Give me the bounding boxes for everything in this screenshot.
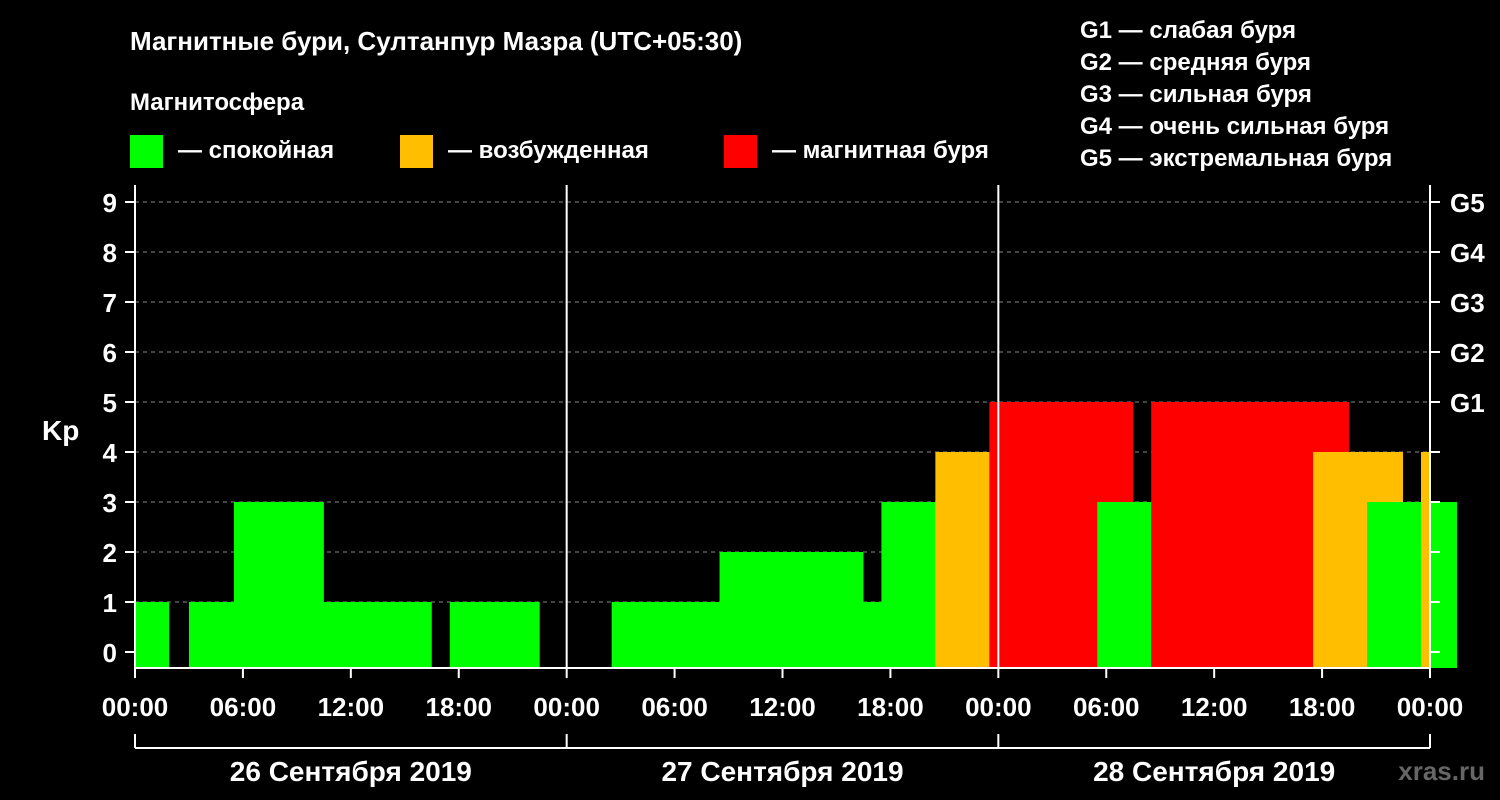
y-tick-label: 6 — [103, 338, 117, 368]
legend-swatch-active — [400, 135, 433, 168]
g-tick-label: G2 — [1450, 338, 1485, 368]
g-legend-item: G2 — средняя буря — [1080, 49, 1311, 76]
g-legend-item: G3 — сильная буря — [1080, 81, 1312, 108]
x-tick-label: 18:00 — [857, 692, 924, 722]
y-tick-label: 7 — [103, 288, 117, 318]
x-tick-label: 06:00 — [210, 692, 277, 722]
g-tick-label: G5 — [1450, 188, 1485, 218]
legend-swatch-storm — [724, 135, 757, 168]
g-legend-item: G4 — очень сильная буря — [1080, 113, 1389, 140]
day-label: 27 Сентября 2019 — [661, 756, 903, 787]
g-legend-item: G1 — слабая буря — [1080, 17, 1296, 44]
watermark: xras.ru — [1398, 756, 1485, 786]
kp-bar-quiet — [341, 602, 432, 668]
y-tick-label: 8 — [103, 238, 117, 268]
x-tick-label: 12:00 — [318, 692, 385, 722]
day-label: 26 Сентября 2019 — [230, 756, 472, 787]
y-tick-label: 9 — [103, 188, 117, 218]
x-tick-label: 00:00 — [102, 692, 169, 722]
g-tick-label: G1 — [1450, 388, 1485, 418]
x-tick-label: 00:00 — [965, 692, 1032, 722]
y-tick-label: 2 — [103, 538, 117, 568]
x-tick-label: 12:00 — [1181, 692, 1248, 722]
y-tick-label: 3 — [103, 488, 117, 518]
x-tick-label: 00:00 — [1397, 692, 1464, 722]
legend-label-quiet: — спокойная — [178, 137, 334, 164]
legend-label-storm: — магнитная буря — [772, 137, 989, 164]
x-tick-label: 06:00 — [641, 692, 708, 722]
y-tick-label: 0 — [103, 638, 117, 668]
kp-bar-active — [1421, 452, 1430, 668]
y-tick-label: 4 — [103, 438, 118, 468]
legend-label-active: — возбужденная — [448, 137, 649, 164]
y-tick-label: 1 — [103, 588, 117, 618]
y-axis-label: Kp — [42, 415, 79, 446]
x-tick-label: 18:00 — [426, 692, 493, 722]
kp-chart: Магнитные бури, Султанпур Мазра (UTC+05:… — [0, 0, 1500, 800]
x-tick-label: 12:00 — [749, 692, 816, 722]
legend-title: Магнитосфера — [130, 89, 305, 116]
kp-bar-quiet — [1367, 502, 1457, 668]
kp-bar-quiet — [135, 602, 170, 668]
legend-swatch-quiet — [130, 135, 163, 168]
magnetosphere-legend: — спокойная — возбужденная — магнитная б… — [130, 135, 989, 168]
x-tick-label: 18:00 — [1289, 692, 1356, 722]
chart-title: Магнитные бури, Султанпур Мазра (UTC+05:… — [130, 26, 742, 56]
g-tick-label: G3 — [1450, 288, 1485, 318]
y-tick-label: 5 — [103, 388, 117, 418]
g-tick-label: G4 — [1450, 238, 1485, 268]
x-tick-label: 06:00 — [1073, 692, 1140, 722]
g-legend-item: G5 — экстремальная буря — [1080, 145, 1392, 172]
x-tick-label: 00:00 — [533, 692, 600, 722]
day-label: 28 Сентября 2019 — [1093, 756, 1335, 787]
kp-bar-quiet — [449, 602, 540, 668]
